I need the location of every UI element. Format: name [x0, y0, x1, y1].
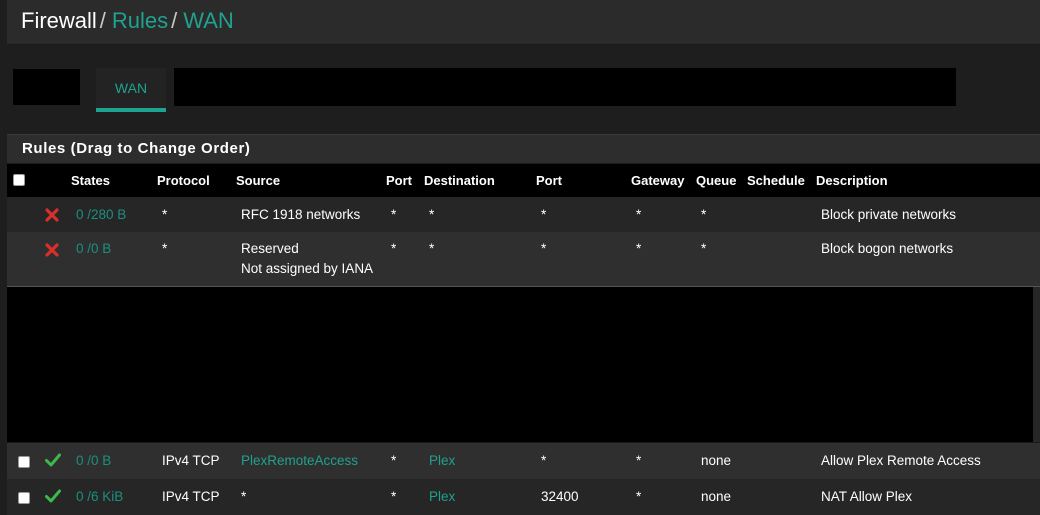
destination-alias-link[interactable]: Plex — [429, 489, 455, 504]
table-row[interactable]: 0 /0 B IPv4 TCP PlexRemoteAccess * Plex … — [7, 443, 1040, 479]
column-header-queue[interactable]: Queue — [696, 173, 736, 188]
pass-check-icon — [45, 453, 61, 467]
table-row[interactable]: 0 /6 KiB IPv4 TCP * * Plex 32400 * none … — [7, 479, 1040, 515]
source-cell: RFC 1918 networks — [241, 207, 361, 222]
panel-title: Rules (Drag to Change Order) — [22, 140, 251, 157]
column-header-source-port[interactable]: Port — [386, 173, 412, 188]
gateway-cell: * — [636, 453, 642, 468]
destination-port-cell: * — [541, 453, 547, 468]
queue-cell: none — [701, 453, 732, 468]
source-cell: Reserved — [241, 241, 299, 256]
protocol-cell: IPv4 TCP — [162, 489, 220, 504]
destination-alias-link[interactable]: Plex — [429, 453, 455, 468]
source-cell: * — [241, 489, 247, 504]
destination-port-cell: * — [541, 207, 547, 222]
redacted-rows — [7, 287, 1033, 442]
rules-panel: Rules (Drag to Change Order) States Prot… — [7, 134, 1040, 515]
description-cell: Block private networks — [821, 207, 957, 222]
states-link[interactable]: 0 /0 B — [76, 453, 111, 468]
queue-cell: * — [701, 241, 707, 256]
source-port-cell: * — [391, 453, 397, 468]
column-header-destination-port[interactable]: Port — [536, 173, 562, 188]
column-header-source[interactable]: Source — [236, 173, 280, 188]
redacted-tabs — [174, 68, 956, 106]
breadcrumb-firewall: Firewall — [21, 8, 97, 33]
protocol-cell: * — [162, 207, 168, 222]
source-port-cell: * — [391, 241, 397, 256]
states-link[interactable]: 0 /280 B — [76, 207, 126, 222]
description-cell: Block bogon networks — [821, 241, 954, 256]
protocol-cell: * — [162, 241, 168, 256]
source-port-cell: * — [391, 489, 397, 504]
column-header-states[interactable]: States — [71, 173, 110, 188]
destination-cell: * — [429, 241, 435, 256]
breadcrumb-wan-link[interactable]: WAN — [183, 8, 234, 33]
tab-wan[interactable]: WAN — [96, 68, 166, 112]
column-header-description[interactable]: Description — [816, 173, 888, 188]
source-port-cell: * — [391, 207, 397, 222]
column-header-protocol[interactable]: Protocol — [157, 173, 210, 188]
queue-cell: none — [701, 489, 732, 504]
destination-cell: * — [429, 207, 435, 222]
row-select-checkbox[interactable] — [18, 456, 30, 468]
queue-cell: * — [701, 207, 707, 222]
table-row[interactable]: 0 /0 B * Reserved Not assigned by IANA *… — [7, 232, 1040, 286]
tab-active-indicator — [96, 108, 166, 112]
table-row[interactable]: 0 /280 B * RFC 1918 networks * * * * * B… — [7, 197, 1040, 232]
states-link[interactable]: 0 /0 B — [76, 241, 111, 256]
gateway-cell: * — [636, 207, 642, 222]
gateway-cell: * — [636, 489, 642, 504]
panel-heading: Rules (Drag to Change Order) — [7, 135, 1040, 163]
block-x-icon — [45, 243, 59, 257]
pass-check-icon — [45, 489, 61, 503]
column-header-schedule[interactable]: Schedule — [747, 173, 805, 188]
select-all-checkbox[interactable] — [13, 174, 25, 186]
redacted-tab — [13, 69, 80, 105]
column-header-gateway[interactable]: Gateway — [631, 173, 684, 188]
gateway-cell: * — [636, 241, 642, 256]
block-x-icon — [45, 208, 59, 222]
destination-port-cell: * — [541, 241, 547, 256]
breadcrumb-rules-link[interactable]: Rules — [112, 8, 168, 33]
source-subtext: Not assigned by IANA — [241, 261, 374, 276]
table-header: States Protocol Source Port Destination … — [7, 164, 1040, 197]
row-select-checkbox[interactable] — [18, 492, 30, 504]
breadcrumb-separator: / — [171, 8, 178, 33]
scroll-edge — [1033, 287, 1040, 442]
source-alias-link[interactable]: PlexRemoteAccess — [241, 453, 358, 468]
column-header-destination[interactable]: Destination — [424, 173, 495, 188]
description-cell: NAT Allow Plex — [821, 489, 913, 504]
states-link[interactable]: 0 /6 KiB — [76, 489, 123, 504]
protocol-cell: IPv4 TCP — [162, 453, 220, 468]
destination-port-cell: 32400 — [541, 489, 579, 504]
breadcrumb: Firewall / Rules / WAN — [21, 8, 234, 34]
page-header: Firewall / Rules / WAN — [7, 0, 1040, 45]
tab-wan-label: WAN — [114, 80, 148, 96]
description-cell: Allow Plex Remote Access — [821, 453, 981, 468]
page: Firewall / Rules / WAN WAN Rules (Drag to Ch… — [0, 0, 1040, 515]
breadcrumb-separator: / — [99, 8, 106, 33]
